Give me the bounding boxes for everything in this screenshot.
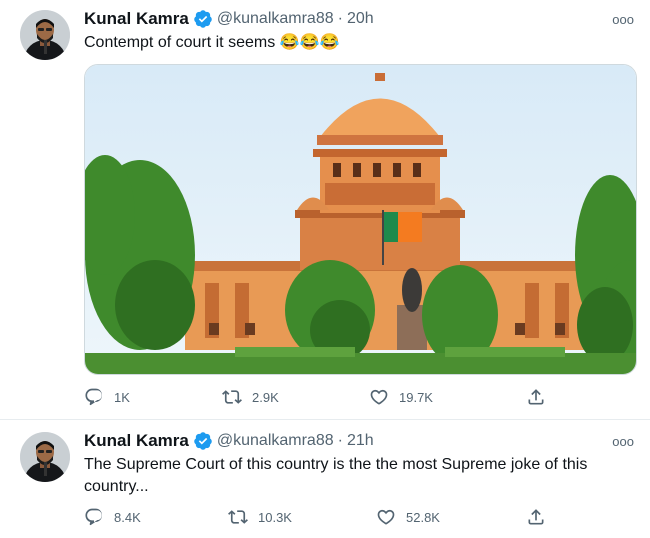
tweet-text-body: Contempt of court it seems [84,34,276,51]
like-count: 52.8K [406,509,440,525]
author-name[interactable]: Kunal Kamra [84,9,189,29]
retweet-count: 10.3K [258,509,292,525]
author-handle[interactable]: @kunalkamra88 [217,432,334,450]
verified-icon [193,9,213,29]
retweet-count: 2.9K [252,389,279,405]
separator-dot: · [337,10,343,27]
supreme-court-photo [85,65,636,374]
reply-button[interactable]: 1K [84,387,130,407]
separator-dot: · [337,432,343,449]
avatar[interactable] [20,432,70,482]
tweet-header: Kunal Kamra @kunalkamra88 · 21h [84,430,374,452]
tweet-text: The Supreme Court of this country is the… [84,454,626,498]
tweet-actions: 8.4K 10.3K 52.8K [0,507,650,531]
more-icon[interactable]: ooo [612,12,634,27]
tweet-image[interactable] [84,64,637,375]
like-icon [370,389,388,405]
reply-count: 1K [114,389,130,405]
retweet-icon [222,390,242,404]
reply-icon [85,388,103,406]
tweet-text: Contempt of court it seems 😂😂😂 [84,32,626,54]
share-icon [528,509,544,525]
share-icon [528,389,544,405]
retweet-button[interactable]: 10.3K [228,507,292,527]
author-handle[interactable]: @kunalkamra88 [217,10,334,28]
author-name[interactable]: Kunal Kamra [84,431,189,451]
reply-count: 8.4K [114,509,141,525]
tweet-header: Kunal Kamra @kunalkamra88 · 20h [84,8,374,30]
timestamp[interactable]: 21h [347,432,374,450]
timestamp[interactable]: 20h [347,10,374,28]
like-button[interactable]: 52.8K [376,507,440,527]
retweet-button[interactable]: 2.9K [222,387,279,407]
reply-icon [85,508,103,526]
reply-button[interactable]: 8.4K [84,507,141,527]
more-icon[interactable]: ooo [612,434,634,449]
like-icon [377,509,395,525]
like-button[interactable]: 19.7K [369,387,433,407]
like-count: 19.7K [399,389,433,405]
share-button[interactable] [526,387,546,412]
laughing-emoji: 😂😂😂 [279,34,340,51]
tweet-actions: 1K 2.9K 19.7K [0,387,650,411]
share-button[interactable] [526,507,546,532]
verified-icon [193,431,213,451]
avatar[interactable] [20,10,70,60]
tweet-text-body: The Supreme Court of this country is the… [84,456,588,495]
tweet-2[interactable]: Kunal Kamra @kunalkamra88 · 21h ooo The … [0,420,650,538]
retweet-icon [228,510,248,524]
tweet-1[interactable]: Kunal Kamra @kunalkamra88 · 20h ooo Cont… [0,0,650,418]
